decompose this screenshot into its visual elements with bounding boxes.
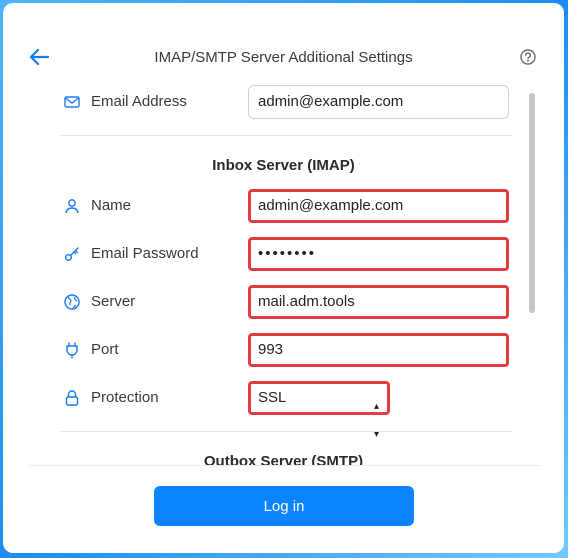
email-address-field[interactable]: admin@example.com (248, 85, 509, 119)
inbox-section-title: Inbox Server (IMAP) (212, 157, 355, 174)
port-label: Port (91, 341, 119, 358)
scrollbar-thumb[interactable] (529, 93, 535, 313)
password-field[interactable]: •••••••• (248, 237, 509, 271)
port-field[interactable]: 993 (248, 333, 509, 367)
inbox-server-row: Server mail.adm.tools (59, 285, 514, 319)
settings-scroll-area[interactable]: Email Address admin@example.com Inbox Se… (3, 79, 564, 465)
name-field[interactable]: admin@example.com (248, 189, 509, 223)
protection-select[interactable]: SSL ▴ ▾ (248, 381, 390, 440)
plug-icon (66, 342, 78, 359)
protection-selected-value: SSL (258, 389, 287, 406)
select-caret-icon: ▴ ▾ (373, 401, 379, 440)
outbox-section-title: Outbox Server (SMTP) (203, 453, 364, 465)
question-circle-icon (520, 49, 536, 65)
server-label: Server (91, 293, 136, 310)
lock-icon (65, 390, 79, 406)
divider (60, 431, 512, 432)
footer-divider (29, 465, 541, 466)
protection-label: Protection (91, 389, 159, 406)
name-label: Name (91, 197, 132, 214)
email-address-label: Email Address (91, 93, 187, 110)
divider (60, 135, 512, 136)
inbox-password-row: Email Password •••••••• (59, 237, 514, 271)
user-icon (65, 199, 79, 214)
help-button[interactable] (519, 48, 537, 66)
login-button[interactable]: Log in (154, 486, 414, 526)
inbox-name-row: Name admin@example.com (59, 189, 514, 223)
email-address-row: Email Address admin@example.com (59, 85, 514, 119)
page-title: IMAP/SMTP Server Additional Settings (154, 49, 413, 66)
globe-icon (64, 294, 80, 310)
envelope-icon (64, 96, 80, 108)
inbox-protection-row: Protection SSL ▴ ▾ (59, 381, 514, 440)
inbox-port-row: Port 993 (59, 333, 514, 367)
key-icon (65, 247, 79, 261)
password-label: Email Password (91, 245, 199, 262)
server-field[interactable]: mail.adm.tools (248, 285, 509, 319)
settings-dialog: IMAP/SMTP Server Additional Settings Ema… (3, 3, 564, 553)
